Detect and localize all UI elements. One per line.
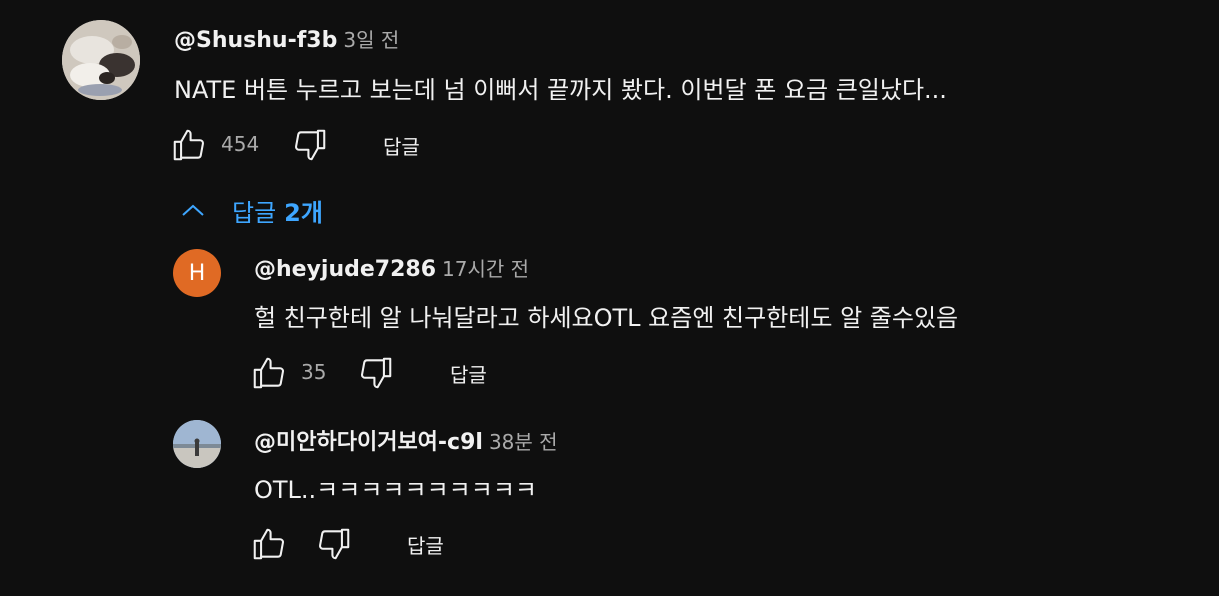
author-handle[interactable]: @미안하다이거보여-c9l [254,430,483,455]
sky-photo-avatar-icon [173,420,221,468]
thumbs-down-icon [294,129,326,161]
dislike-button[interactable] [314,524,354,564]
avatar[interactable]: H [173,249,221,297]
dislike-button[interactable] [290,125,330,165]
like-button[interactable] [249,524,289,564]
author-handle[interactable]: @heyjude7286 [254,257,436,282]
dislike-button[interactable] [356,353,396,393]
author-handle[interactable]: @Shushu-f3b [174,28,337,53]
reply-button[interactable]: 답글 [407,530,444,559]
like-count: 35 [301,360,327,384]
avatar[interactable] [173,420,221,468]
reply-button[interactable]: 답글 [450,359,487,388]
avatar[interactable] [62,20,140,100]
timestamp[interactable]: 3일 전 [343,28,399,52]
reply-button[interactable]: 답글 [383,131,420,160]
timestamp[interactable]: 17시간 전 [442,257,529,281]
reply-text: 헐 친구한테 알 나눠달라고 하세요OTL 요즘엔 친구한테도 알 줄수있음 [254,304,959,332]
thumbs-up-icon [253,357,285,389]
chevron-up-icon [180,202,206,218]
like-button[interactable] [169,125,209,165]
thumbs-down-icon [360,357,392,389]
comment-header: @Shushu-f3b 3일 전 [174,24,399,53]
replies-count: 2개 [284,198,323,227]
avatar-letter: H [188,260,206,286]
thumbs-up-icon [253,528,285,560]
thumbs-up-icon [173,129,205,161]
timestamp[interactable]: 38분 전 [489,430,558,454]
like-button[interactable] [249,353,289,393]
reply-header: @heyjude7286 17시간 전 [254,253,529,282]
cat-photo-avatar-icon [62,20,140,100]
replies-toggle-label: 답글 [232,198,277,227]
reply-header: @미안하다이거보여-c9l 38분 전 [254,424,558,456]
replies-toggle[interactable]: 답글 2개 [180,190,323,230]
comment-text: NATE 버튼 누르고 보는데 넘 이뻐서 끝까지 봤다. 이번달 폰 요금 큰… [174,76,947,104]
like-count: 454 [221,132,260,156]
reply-text: OTL..ㅋㅋㅋㅋㅋㅋㅋㅋㅋㅋ [254,476,537,504]
thumbs-down-icon [318,528,350,560]
